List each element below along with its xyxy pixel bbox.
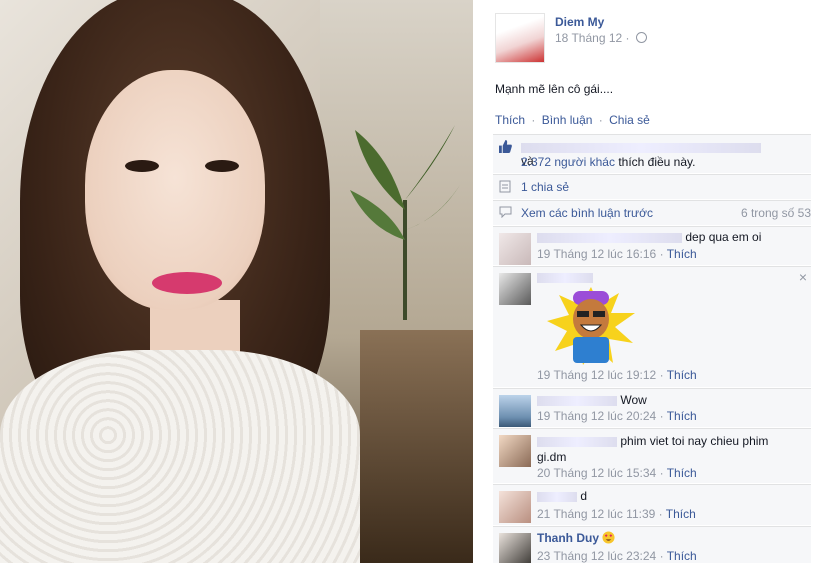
comment-like-button[interactable]: Thích <box>667 409 697 423</box>
comment-text-continued: gi.dm <box>537 450 567 464</box>
comment-bubble-icon <box>499 206 512 218</box>
shelf <box>360 330 473 563</box>
commenter-name-redacted[interactable] <box>537 232 682 243</box>
comment-meta: 20 Tháng 12 lúc 15:34 · Thích <box>537 466 697 480</box>
comment-body: d <box>537 489 587 503</box>
right-eye <box>205 160 239 172</box>
comment-like-button[interactable]: Thích <box>666 507 696 521</box>
comment-time[interactable]: 21 Tháng 12 lúc 11:39 <box>537 507 655 521</box>
other-likers-link[interactable]: 2.372 người khác <box>521 155 615 169</box>
comment-meta: 19 Tháng 12 lúc 19:12 · Thích <box>537 368 697 382</box>
sticker-image <box>547 287 635 365</box>
commenter-name-redacted[interactable] <box>537 436 617 447</box>
comment-name-tail: d <box>580 489 588 503</box>
comment-like-button[interactable]: Thích <box>667 247 697 261</box>
comment-button[interactable]: Bình luận <box>542 113 593 127</box>
shares-row: 1 chia sẻ <box>493 174 811 199</box>
comment-like-button[interactable]: Thích <box>667 466 697 480</box>
post-actions: Thích · Bình luận · Chia sẻ <box>495 113 650 127</box>
commenter-avatar[interactable] <box>499 233 531 265</box>
heart-eyes-emoji-icon <box>602 531 615 544</box>
comment-time[interactable]: 19 Tháng 12 lúc 16:16 <box>537 247 656 261</box>
commenter-avatar[interactable] <box>499 533 531 563</box>
white-dress <box>0 350 360 563</box>
meta-dot: · <box>625 31 630 45</box>
comment-body: dep qua em oi <box>537 230 761 244</box>
commenter-avatar[interactable] <box>499 435 531 467</box>
comment-like-button[interactable]: Thích <box>667 549 697 563</box>
comment-text: Wow <box>620 393 647 407</box>
commenter-avatar[interactable] <box>499 395 531 427</box>
meta-dot: · <box>659 247 664 261</box>
status-text: Mạnh mẽ lên cô gái.... <box>495 82 614 96</box>
liker-names-redacted[interactable] <box>521 142 761 153</box>
comment-text: phim viet toi nay chieu phim <box>620 434 769 448</box>
comment-item: dep qua em oi 19 Tháng 12 lúc 16:16 · Th… <box>493 226 811 265</box>
left-eye <box>125 160 159 172</box>
action-separator: · <box>531 113 536 127</box>
commenter-name[interactable]: Thanh Duy <box>537 531 599 545</box>
comment-time[interactable]: 19 Tháng 12 lúc 19:12 <box>537 368 656 382</box>
likes-summary: và 2.372 người khác thích điều này. <box>493 134 811 173</box>
likes-count-line: 2.372 người khác thích điều này. <box>521 155 695 169</box>
comment-item: Wow 19 Tháng 12 lúc 20:24 · Thích <box>493 388 811 427</box>
comment-item: d 21 Tháng 12 lúc 11:39 · Thích <box>493 484 811 525</box>
post-date[interactable]: 18 Tháng 12 <box>555 31 622 45</box>
post-meta: 18 Tháng 12 · <box>555 31 647 45</box>
view-previous-comments-link[interactable]: Xem các bình luận trước <box>521 206 653 220</box>
comment-body: Wow <box>537 393 647 407</box>
comment-time[interactable]: 19 Tháng 12 lúc 20:24 <box>537 409 656 423</box>
comment-body: Thanh Duy <box>537 531 615 545</box>
comment-time[interactable]: 23 Tháng 12 lúc 23:24 <box>537 549 656 563</box>
previous-comments-row: Xem các bình luận trước 6 trong số 53 <box>493 200 811 225</box>
meta-dot: · <box>659 549 664 563</box>
commenter-name-redacted[interactable] <box>537 273 593 283</box>
comment-item: phim viet toi nay chieu phim gi.dm 20 Th… <box>493 428 811 483</box>
comment-meta: 23 Tháng 12 lúc 23:24 · Thích <box>537 549 697 563</box>
comment-item: × 19 Tháng 12 lúc 19:12 · Thích <box>493 266 811 387</box>
meta-dot: · <box>659 409 664 423</box>
comment-item: Thanh Duy 23 Tháng 12 lúc 23:24 · Thích <box>493 526 811 563</box>
comment-like-button[interactable]: Thích <box>667 368 697 382</box>
comment-count: 6 trong số 53 <box>740 206 811 220</box>
plant-decoration <box>350 125 460 320</box>
thumbs-up-icon <box>499 140 512 153</box>
globe-icon[interactable] <box>635 32 647 43</box>
comment-body: phim viet toi nay chieu phim <box>537 434 768 448</box>
comment-meta: 19 Tháng 12 lúc 20:24 · Thích <box>537 409 697 423</box>
like-button[interactable]: Thích <box>495 113 525 127</box>
share-icon <box>499 180 511 193</box>
commenter-avatar[interactable] <box>499 491 531 523</box>
comment-meta: 19 Tháng 12 lúc 16:16 · Thích <box>537 247 697 261</box>
author-avatar[interactable] <box>495 13 545 63</box>
commenter-name-redacted[interactable] <box>537 491 577 502</box>
shares-link[interactable]: 1 chia sẻ <box>521 180 569 194</box>
meta-dot: · <box>659 368 664 382</box>
post-header: Diem My 18 Tháng 12 · <box>495 13 803 63</box>
action-separator: · <box>598 113 603 127</box>
share-button[interactable]: Chia sẻ <box>609 113 650 127</box>
commenter-avatar[interactable] <box>499 273 531 305</box>
comment-text: dep qua em oi <box>685 230 762 244</box>
author-name[interactable]: Diem My <box>555 15 604 29</box>
commenter-name-redacted[interactable] <box>537 395 617 406</box>
post-photo[interactable] <box>0 0 473 563</box>
post-panel: Diem My 18 Tháng 12 · Mạnh mẽ lên cô gái… <box>473 0 813 563</box>
meta-dot: · <box>658 507 663 521</box>
lips <box>152 272 222 294</box>
comment-time[interactable]: 20 Tháng 12 lúc 15:34 <box>537 466 656 480</box>
meta-dot: · <box>659 466 664 480</box>
likes-suffix: thích điều này. <box>618 155 696 169</box>
comment-meta: 21 Tháng 12 lúc 11:39 · Thích <box>537 507 696 521</box>
close-icon[interactable]: × <box>799 269 807 285</box>
